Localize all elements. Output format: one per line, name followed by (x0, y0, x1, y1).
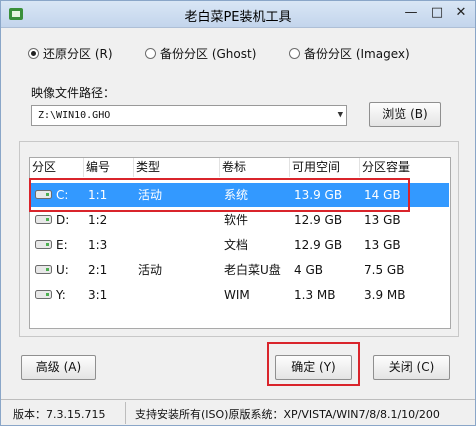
disk-icon (35, 240, 52, 249)
usb-drive-icon (35, 265, 52, 274)
image-path-combobox[interactable]: Z:\WIN10.GHO ▼ (31, 105, 347, 126)
column-header-type[interactable]: 类型 (134, 158, 220, 177)
cell-size: 3.9 MB (364, 288, 406, 302)
support-text: 支持安装所有(ISO)原版系统：XP/VISTA/WIN7/8/8.1/10/2… (135, 408, 440, 421)
chevron-down-icon[interactable]: ▼ (338, 106, 343, 125)
cell-label: WIM (224, 288, 250, 302)
column-header-number[interactable]: 编号 (84, 158, 134, 177)
cell-drive: U: (56, 263, 69, 277)
close-button[interactable]: 关闭 (C) (373, 355, 450, 380)
cell-type: 活动 (138, 263, 163, 277)
maximize-icon[interactable]: □ (425, 4, 449, 22)
radio-restore-label: 还原分区 (R) (43, 47, 113, 61)
cell-free: 4 GB (294, 263, 323, 277)
radio-backup-imagex-label: 备份分区 (Imagex) (304, 47, 410, 61)
cell-drive: E: (56, 238, 68, 252)
highlight-box-selected-row (29, 178, 410, 212)
advanced-button[interactable]: 高级 (A) (21, 355, 96, 380)
cell-drive: Y: (56, 288, 66, 302)
cell-size: 7.5 GB (364, 263, 405, 277)
column-header-label[interactable]: 卷标 (220, 158, 290, 177)
radio-backup-ghost-indicator[interactable] (145, 48, 156, 59)
cell-free: 12.9 GB (294, 238, 343, 252)
cell-free: 1.3 MB (294, 288, 336, 302)
status-bar: 版本：7.3.15.715 支持安装所有(ISO)原版系统：XP/VISTA/W… (1, 399, 475, 425)
image-path-value: Z:\WIN10.GHO (38, 110, 111, 121)
table-row[interactable]: U: 2:1 活动 老白菜U盘 4 GB 7.5 GB (31, 258, 449, 282)
minimize-icon[interactable]: — (399, 4, 423, 22)
radio-backup-ghost-label: 备份分区 (Ghost) (160, 47, 257, 61)
radio-backup-ghost[interactable]: 备份分区 (Ghost) (145, 45, 256, 62)
cell-number: 3:1 (88, 288, 108, 302)
installer-window: 老白菜PE装机工具 — □ ✕ 还原分区 (R) 备份分区 (Ghost) 备份… (0, 0, 476, 426)
cell-label: 文档 (224, 238, 249, 252)
title-bar: 老白菜PE装机工具 — □ ✕ (1, 1, 475, 28)
column-header-free[interactable]: 可用空间 (290, 158, 360, 177)
radio-restore[interactable]: 还原分区 (R) (28, 45, 113, 62)
version-text: 版本：7.3.15.715 (13, 408, 106, 421)
status-divider (125, 402, 126, 424)
cell-number: 2:1 (88, 263, 108, 277)
disk-icon (35, 290, 52, 299)
table-row[interactable]: Y: 3:1 WIM 1.3 MB 3.9 MB (31, 283, 449, 307)
browse-button[interactable]: 浏览 (B) (369, 102, 441, 127)
image-path-label: 映像文件路径： (31, 86, 116, 100)
close-icon[interactable]: ✕ (449, 4, 473, 22)
cell-size: 13 GB (364, 238, 401, 252)
radio-restore-indicator[interactable] (28, 48, 39, 59)
cell-label: 老白菜U盘 (224, 263, 281, 277)
table-row[interactable]: E: 1:3 文档 12.9 GB 13 GB (31, 233, 449, 257)
column-header-size[interactable]: 分区容量 (360, 158, 450, 177)
cell-number: 1:3 (88, 238, 108, 252)
disk-icon (35, 215, 52, 224)
radio-backup-imagex[interactable]: 备份分区 (Imagex) (289, 45, 410, 62)
radio-backup-imagex-indicator[interactable] (289, 48, 300, 59)
column-header-partition[interactable]: 分区 (30, 158, 84, 177)
highlight-box-ok-button (267, 342, 360, 386)
